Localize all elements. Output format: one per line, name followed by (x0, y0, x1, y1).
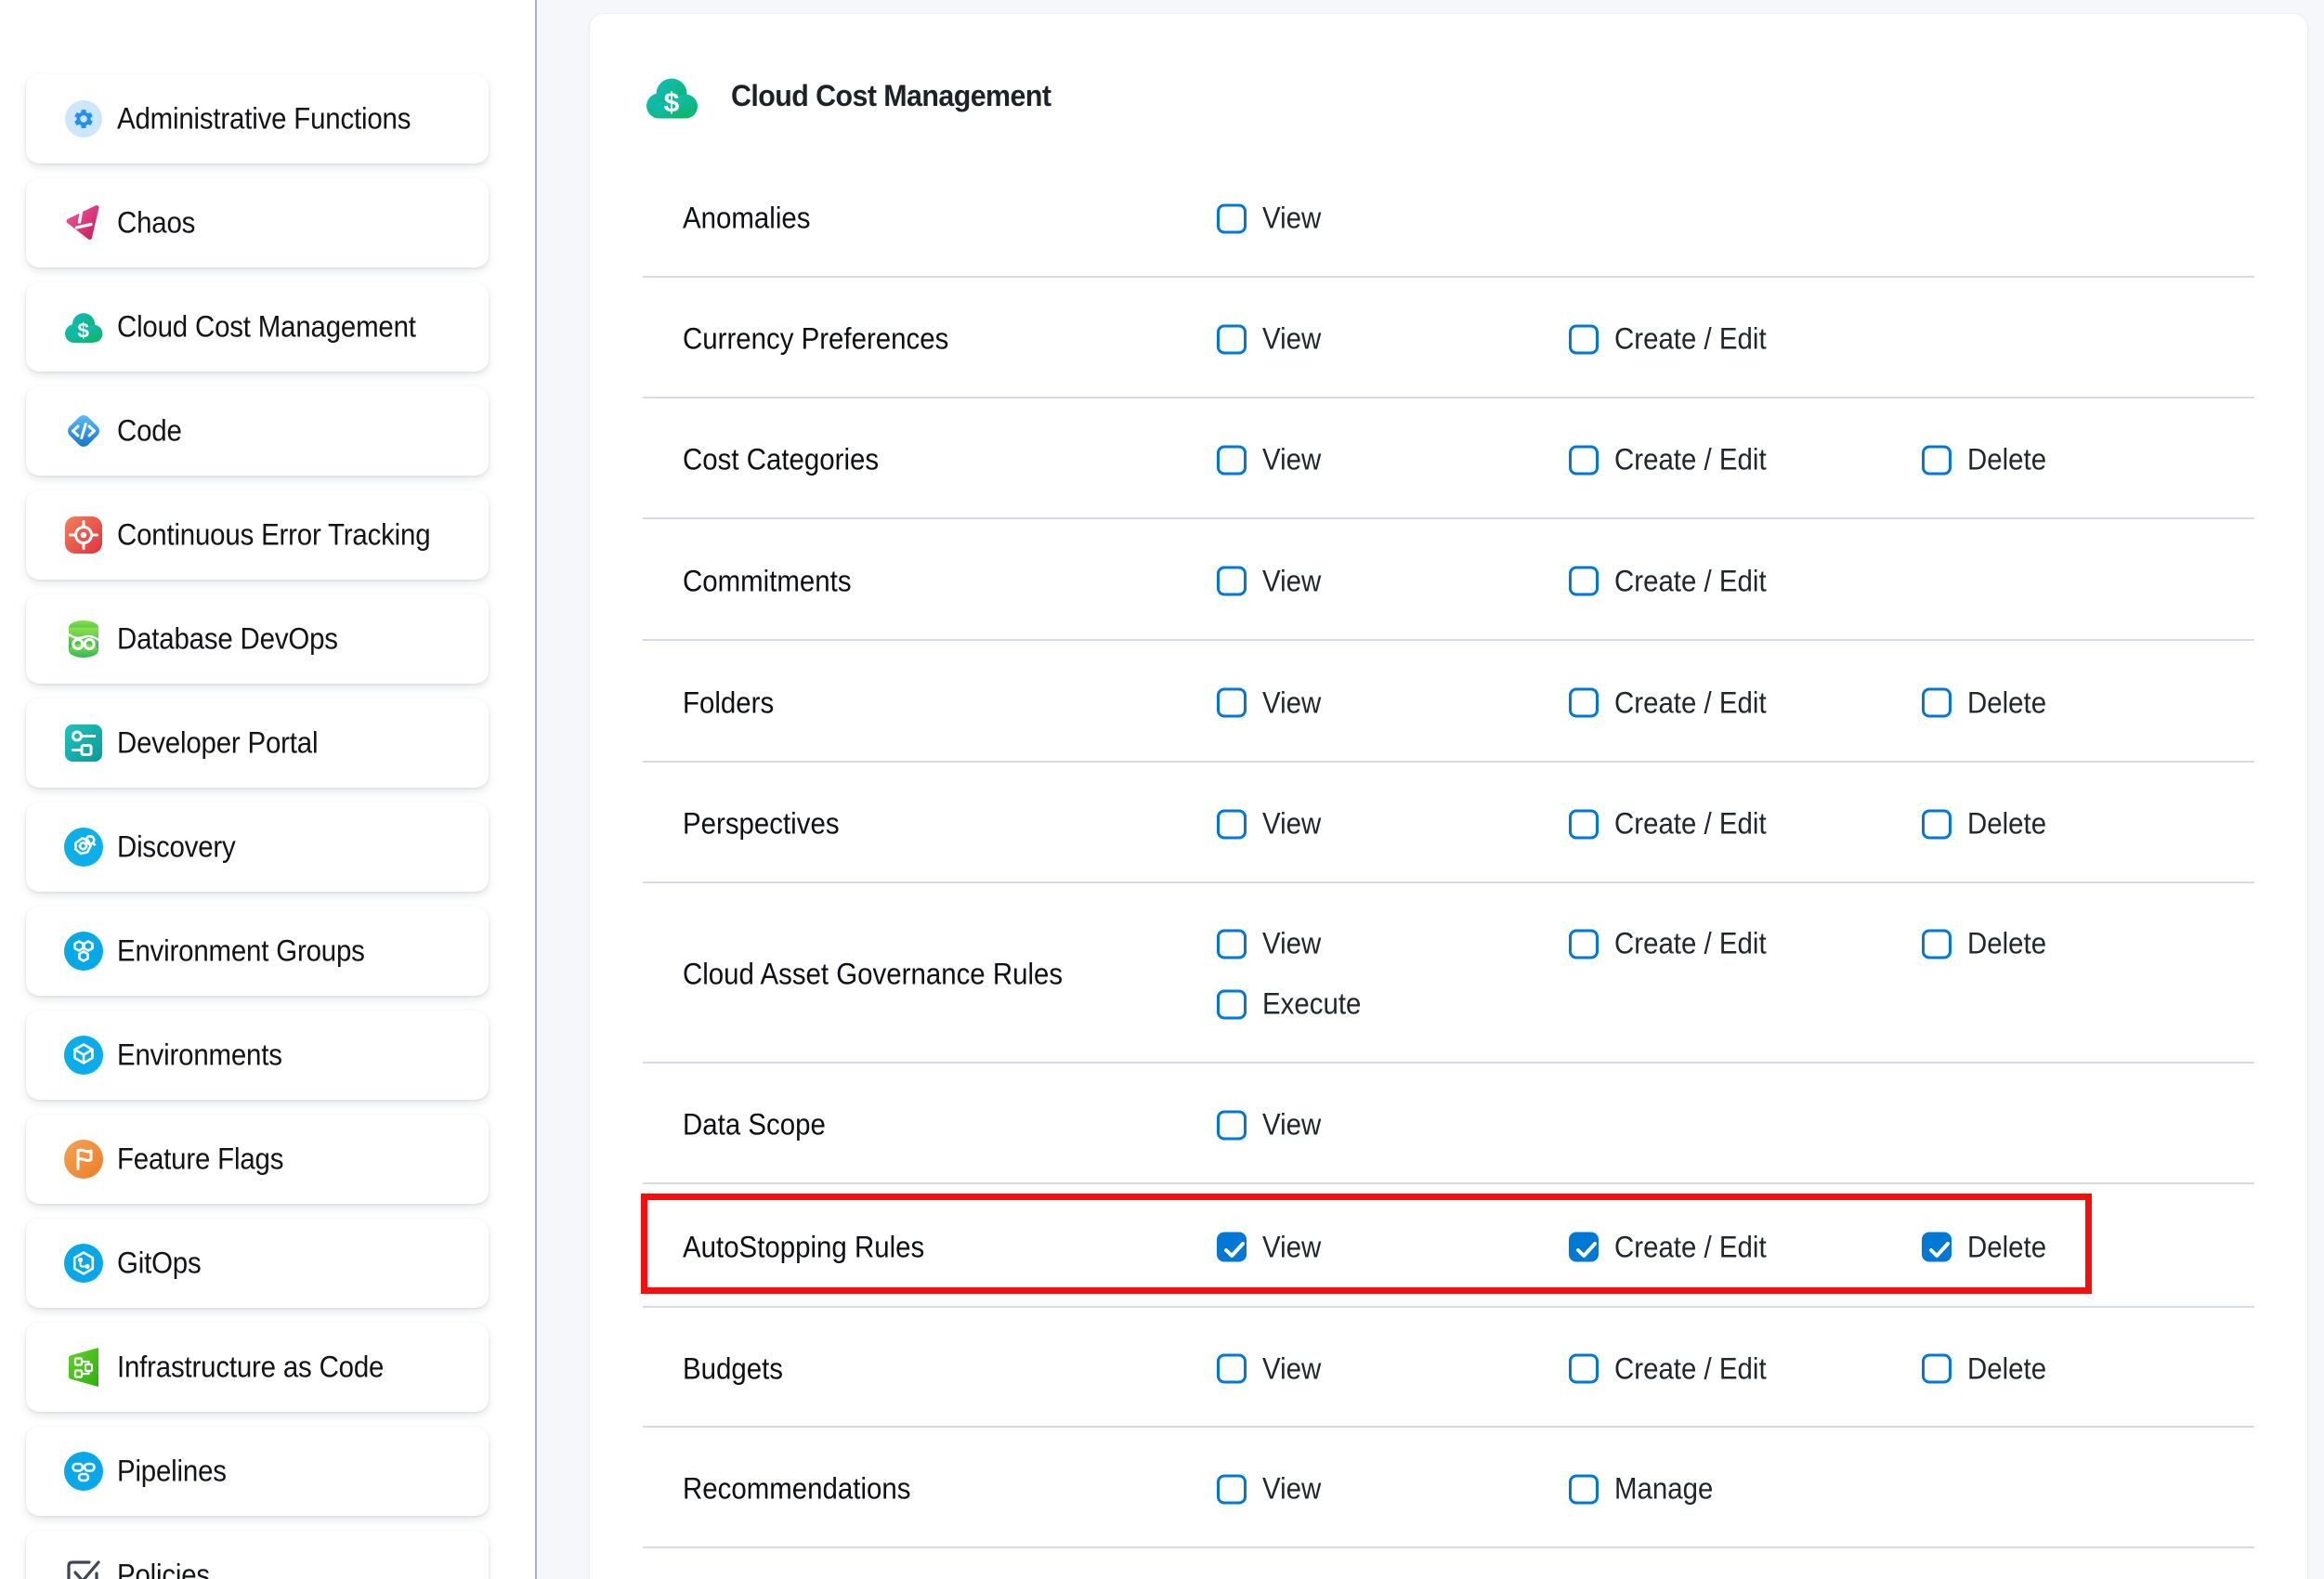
svg-text:$: $ (77, 319, 89, 342)
svg-text:$: $ (664, 88, 680, 119)
